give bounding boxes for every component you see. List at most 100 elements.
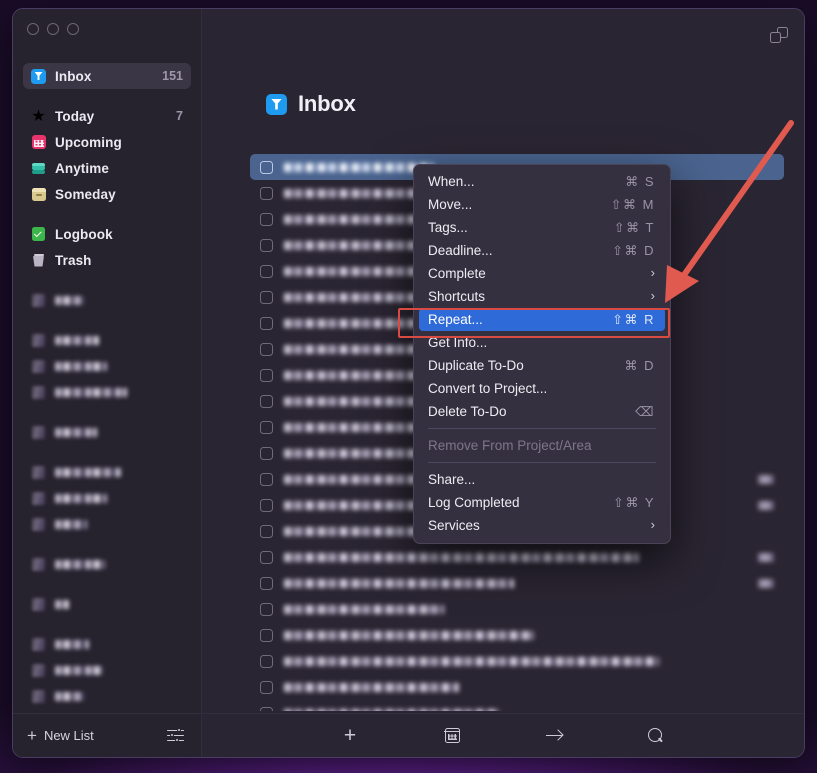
menu-item-duplicate-to-do[interactable]: Duplicate To-Do ⌘ D	[419, 354, 665, 377]
menu-item-repeat[interactable]: Repeat... ⇧⌘ R	[419, 308, 665, 331]
sliders-icon[interactable]	[167, 727, 184, 743]
todo-title	[284, 578, 514, 588]
sidebar-item-list[interactable]	[23, 353, 191, 379]
menu-item-shortcuts[interactable]: Shortcuts ›	[419, 285, 665, 308]
zoom-button[interactable]	[67, 23, 79, 35]
todo-checkbox[interactable]	[260, 472, 273, 486]
list-icon	[31, 557, 46, 572]
menu-item-move[interactable]: Move... ⇧⌘ M	[419, 193, 665, 216]
todo-row[interactable]	[250, 544, 784, 570]
menu-item-complete[interactable]: Complete ›	[419, 262, 665, 285]
sidebar-item-logbook[interactable]: Logbook	[23, 221, 191, 247]
when-button[interactable]	[439, 725, 465, 747]
sidebar-item-trash[interactable]: Trash	[23, 247, 191, 273]
todo-tag	[758, 500, 774, 510]
menu-item-log-completed[interactable]: Log Completed ⇧⌘ Y	[419, 491, 665, 514]
sidebar-item-label: Today	[55, 108, 95, 124]
menu-item-label: Move...	[428, 197, 473, 212]
list-icon	[31, 491, 46, 506]
todo-checkbox[interactable]	[260, 706, 273, 711]
menu-item-deadline[interactable]: Deadline... ⇧⌘ D	[419, 239, 665, 262]
close-button[interactable]	[27, 23, 39, 35]
sidebar-item-list[interactable]	[23, 511, 191, 537]
new-list-label: New List	[43, 728, 94, 743]
menu-separator	[428, 462, 656, 463]
sidebar-item-list[interactable]	[23, 327, 191, 353]
todo-tag	[758, 474, 774, 484]
list-icon	[31, 293, 46, 308]
window-traffic-lights	[27, 23, 79, 35]
todo-checkbox[interactable]	[260, 368, 273, 382]
todo-row[interactable]	[250, 700, 784, 711]
todo-row[interactable]	[250, 596, 784, 622]
todo-checkbox[interactable]	[260, 342, 273, 356]
search-button[interactable]	[643, 725, 669, 747]
todo-title	[284, 630, 534, 640]
todo-checkbox[interactable]	[260, 524, 273, 538]
sidebar-item-label	[55, 493, 107, 503]
new-todo-button[interactable]: +	[337, 725, 363, 747]
todo-row[interactable]	[250, 622, 784, 648]
sidebar-item-anytime[interactable]: Anytime	[23, 155, 191, 181]
todo-row[interactable]	[250, 570, 784, 596]
sidebar-item-list[interactable]	[23, 631, 191, 657]
todo-checkbox[interactable]	[260, 212, 273, 226]
sidebar-item-list[interactable]	[23, 591, 191, 617]
minimize-button[interactable]	[47, 23, 59, 35]
todo-checkbox[interactable]	[260, 238, 273, 252]
todo-title	[284, 656, 659, 666]
sidebar-item-list[interactable]	[23, 683, 191, 709]
todo-checkbox[interactable]	[260, 550, 273, 564]
todo-checkbox[interactable]	[260, 446, 273, 460]
sidebar-item-list[interactable]	[23, 287, 191, 313]
todo-checkbox[interactable]	[260, 264, 273, 278]
todo-checkbox[interactable]	[260, 628, 273, 642]
menu-item-label: Repeat...	[428, 312, 483, 327]
todo-row[interactable]	[250, 674, 784, 700]
todo-checkbox[interactable]	[260, 602, 273, 616]
todo-checkbox[interactable]	[260, 654, 273, 668]
todo-title	[284, 552, 639, 562]
menu-item-services[interactable]: Services ›	[419, 514, 665, 537]
move-button[interactable]	[541, 725, 567, 747]
sidebar-item-list[interactable]	[23, 459, 191, 485]
menu-item-share[interactable]: Share...	[419, 468, 665, 491]
sidebar-item-upcoming[interactable]: Upcoming	[23, 129, 191, 155]
todo-row[interactable]	[250, 648, 784, 674]
page-title: Inbox	[298, 91, 356, 116]
todo-title	[284, 708, 499, 711]
todo-checkbox[interactable]	[260, 316, 273, 330]
sidebar-item-list[interactable]	[23, 419, 191, 445]
todo-checkbox[interactable]	[260, 290, 273, 304]
inbox-icon	[31, 68, 46, 84]
menu-item-get-info[interactable]: Get Info...	[419, 331, 665, 354]
menu-item-convert-to-project[interactable]: Convert to Project...	[419, 377, 665, 400]
menu-item-tags[interactable]: Tags... ⇧⌘ T	[419, 216, 665, 239]
todo-checkbox[interactable]	[260, 680, 273, 694]
todo-checkbox[interactable]	[260, 576, 273, 590]
duplicate-windows-icon[interactable]	[770, 27, 788, 43]
sidebar-item-today[interactable]: ★ Today 7	[23, 103, 191, 129]
sidebar-item-inbox[interactable]: Inbox 151	[23, 63, 191, 89]
todo-tag	[758, 578, 774, 588]
sidebar-item-someday[interactable]: Someday	[23, 181, 191, 207]
inbox-icon	[266, 93, 287, 115]
sidebar-item-list[interactable]	[23, 485, 191, 511]
sidebar-item-list[interactable]	[23, 379, 191, 405]
todo-checkbox[interactable]	[260, 394, 273, 408]
menu-item-when[interactable]: When... ⌘ S	[419, 170, 665, 193]
chevron-right-icon: ›	[650, 265, 655, 280]
todo-checkbox[interactable]	[260, 498, 273, 512]
sidebar-item-list[interactable]	[23, 657, 191, 683]
todo-title	[284, 682, 459, 692]
todo-checkbox[interactable]	[260, 186, 273, 200]
todo-checkbox[interactable]	[260, 160, 273, 174]
sidebar-nav-list: Inbox 151 ★ Today 7 Upcoming Anytime Som…	[13, 63, 201, 713]
sidebar-item-list[interactable]	[23, 551, 191, 577]
todo-checkbox[interactable]	[260, 420, 273, 434]
new-list-button[interactable]: + New List	[27, 727, 94, 744]
sidebar-item-label	[55, 295, 85, 305]
menu-item-delete-to-do[interactable]: Delete To-Do ⌫	[419, 400, 665, 423]
